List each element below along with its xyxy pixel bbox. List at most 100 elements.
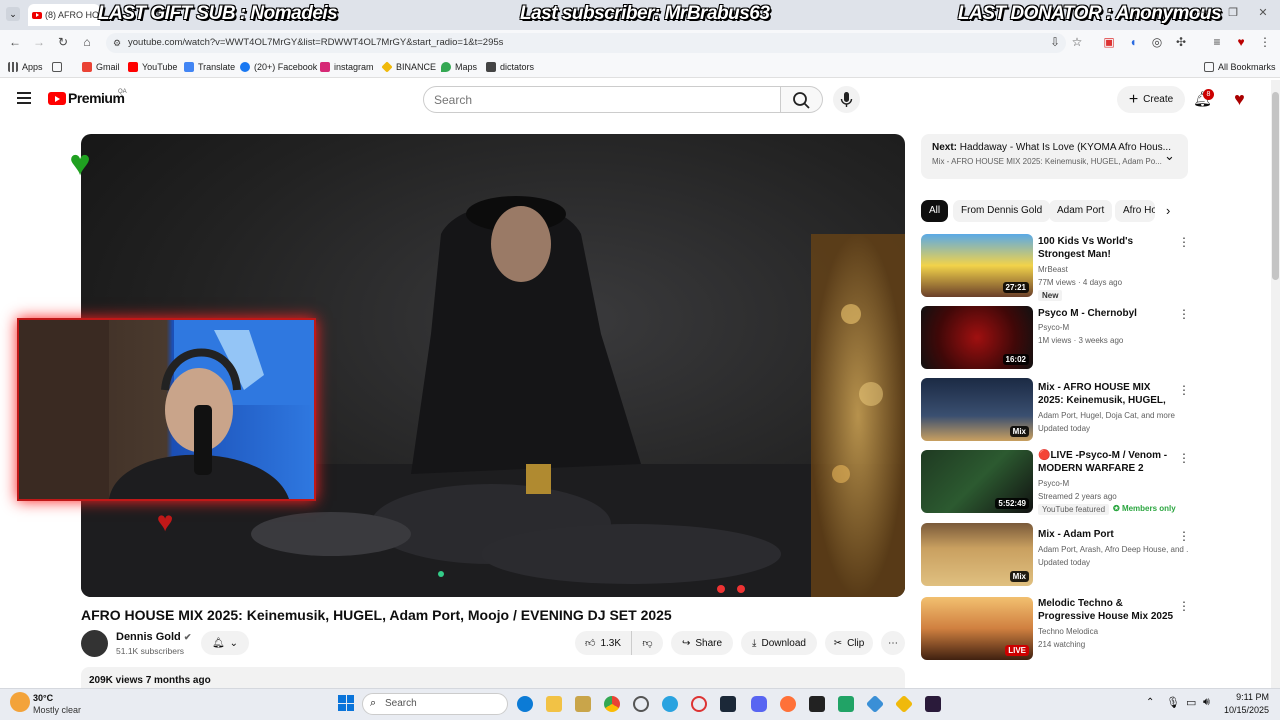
bookmark-translate[interactable]: Translate bbox=[184, 58, 235, 76]
windows-start-icon[interactable] bbox=[338, 695, 354, 711]
profile-avatar-icon[interactable]: ♥ bbox=[1234, 35, 1248, 49]
more-actions-button[interactable]: ⋯ bbox=[881, 631, 905, 655]
firefox-icon[interactable] bbox=[780, 696, 796, 712]
like-button[interactable]: 👍︎ 1.3K bbox=[575, 631, 631, 655]
youtube-logo-icon[interactable] bbox=[48, 92, 66, 105]
weather-temperature[interactable]: 30°C bbox=[33, 693, 53, 703]
close-icon[interactable]: ✕ bbox=[1256, 6, 1270, 20]
hamburger-menu-icon[interactable] bbox=[17, 92, 31, 104]
clock-time[interactable]: 9:11 PM bbox=[1225, 692, 1269, 702]
weather-icon[interactable] bbox=[10, 692, 30, 712]
discord-icon[interactable] bbox=[751, 696, 767, 712]
bookmark-apps[interactable]: Apps bbox=[8, 58, 43, 76]
chevron-right-icon[interactable]: › bbox=[1166, 203, 1170, 218]
bookmark-binance[interactable]: BINANCE bbox=[381, 58, 436, 76]
voice-search-button[interactable] bbox=[833, 86, 860, 113]
taskbar-search[interactable]: Search bbox=[362, 693, 508, 715]
back-icon[interactable]: ← bbox=[8, 35, 22, 49]
rec-thumbnail[interactable]: Mix bbox=[921, 378, 1033, 441]
rec-thumbnail[interactable]: Mix bbox=[921, 523, 1033, 586]
next-app-icon[interactable] bbox=[925, 696, 941, 712]
all-bookmarks[interactable]: All Bookmarks bbox=[1204, 58, 1276, 76]
bookmark-dictators[interactable]: dictators bbox=[486, 58, 534, 76]
chevron-down-icon[interactable]: ⌄ bbox=[1164, 148, 1175, 164]
chip-adam-port[interactable]: Adam Port bbox=[1049, 200, 1113, 222]
bookmark-youtube[interactable]: YouTube bbox=[128, 58, 177, 76]
extension-icon[interactable]: ◖ bbox=[1126, 35, 1140, 49]
url-bar[interactable]: youtube.com/watch?v=WWT4OL7MrGY&list=RDW… bbox=[106, 33, 1066, 53]
share-button[interactable]: ↪ Share bbox=[671, 631, 733, 655]
browser-menu-icon[interactable]: ⋮ bbox=[1258, 35, 1272, 49]
telegram-icon[interactable] bbox=[662, 696, 678, 712]
chip-afro-house[interactable]: Afro Ho bbox=[1115, 200, 1155, 222]
opera-icon[interactable] bbox=[691, 696, 707, 712]
rec-channel[interactable]: Psyco-M bbox=[1038, 477, 1188, 490]
bookmark-star-icon[interactable]: ☆ bbox=[1070, 35, 1084, 49]
browser-tab[interactable]: (8) AFRO HOU bbox=[28, 4, 100, 26]
rec-thumbnail[interactable]: 5:52:49 bbox=[921, 450, 1033, 513]
create-button[interactable]: + Create bbox=[1117, 86, 1185, 113]
download-button[interactable]: ⤓ Download bbox=[741, 631, 817, 655]
media-icon[interactable] bbox=[809, 696, 825, 712]
rec-channel[interactable]: Adam Port, Hugel, Doja Cat, and more bbox=[1038, 409, 1188, 422]
bookmark-instagram[interactable]: instagram bbox=[320, 58, 374, 76]
maximize-icon[interactable]: ❐ bbox=[1226, 6, 1240, 20]
search-input[interactable] bbox=[423, 86, 781, 113]
rec-thumbnail[interactable]: LIVE bbox=[921, 597, 1033, 660]
rec-thumbnail[interactable]: 16:02 bbox=[921, 306, 1033, 369]
rec-channel[interactable]: MrBeast bbox=[1038, 263, 1188, 276]
excel-icon[interactable] bbox=[838, 696, 854, 712]
extensions-puzzle-icon[interactable]: ✣ bbox=[1174, 35, 1188, 49]
rec-title[interactable]: Psyco M - Chernobyl bbox=[1038, 307, 1178, 320]
tab-menu-button[interactable]: ⌄ bbox=[6, 7, 20, 21]
reload-icon[interactable]: ↻ bbox=[56, 35, 70, 49]
rec-title[interactable]: 🔴LIVE -Psyco-M / Venom - MODERN WARFARE … bbox=[1038, 449, 1178, 475]
forward-icon[interactable]: → bbox=[32, 35, 46, 49]
clip-button[interactable]: ✂ Clip bbox=[825, 631, 873, 655]
bookmark-maps[interactable]: Maps bbox=[441, 58, 477, 76]
chip-from-dennis-gold[interactable]: From Dennis Gold bbox=[953, 200, 1051, 222]
store-icon[interactable] bbox=[575, 696, 591, 712]
microphone-icon[interactable]: 🎙︎ bbox=[1166, 696, 1180, 709]
rec-title[interactable]: Melodic Techno & Progressive House Mix 2… bbox=[1038, 597, 1178, 623]
more-vertical-icon[interactable]: ⋮ bbox=[1178, 235, 1190, 249]
display-icon[interactable]: ▭ bbox=[1186, 696, 1196, 709]
install-app-icon[interactable]: ⇩ bbox=[1048, 35, 1062, 49]
notifications-subscribe-button[interactable]: 🔔︎ ⌄ bbox=[201, 631, 249, 655]
site-info-icon[interactable]: ⚙ bbox=[110, 36, 124, 50]
more-vertical-icon[interactable]: ⋮ bbox=[1178, 383, 1190, 397]
account-avatar[interactable]: ♥ bbox=[1229, 89, 1250, 109]
extension-icon[interactable]: ▣ bbox=[1102, 35, 1116, 49]
rec-title[interactable]: Mix - Adam Port bbox=[1038, 528, 1178, 541]
clock-date[interactable]: 10/15/2025 bbox=[1221, 705, 1269, 715]
scrollbar-thumb[interactable] bbox=[1272, 92, 1279, 280]
show-hidden-icons-icon[interactable]: ⌃ bbox=[1146, 697, 1154, 708]
rec-title[interactable]: Mix - AFRO HOUSE MIX 2025: Keinemusik, H… bbox=[1038, 381, 1178, 407]
weather-description[interactable]: Mostly clear bbox=[33, 705, 81, 715]
bookmark-gmail[interactable]: Gmail bbox=[82, 58, 120, 76]
chrome-icon[interactable] bbox=[604, 696, 620, 712]
youtube-logo-text[interactable]: Premium bbox=[68, 90, 125, 106]
volume-icon[interactable]: 🔊︎ bbox=[1203, 696, 1210, 709]
more-vertical-icon[interactable]: ⋮ bbox=[1178, 599, 1190, 613]
reading-list-icon[interactable]: ≡ bbox=[1210, 35, 1224, 49]
home-icon[interactable]: ⌂ bbox=[80, 35, 94, 49]
more-vertical-icon[interactable]: ⋮ bbox=[1178, 451, 1190, 465]
dislike-button[interactable]: 👎︎ bbox=[631, 631, 663, 655]
obs-icon[interactable] bbox=[633, 696, 649, 712]
bookmark-facebook[interactable]: (20+) Facebook bbox=[240, 58, 317, 76]
rec-channel[interactable]: Techno Melodica bbox=[1038, 625, 1188, 638]
file-explorer-icon[interactable] bbox=[546, 696, 562, 712]
channel-avatar[interactable] bbox=[81, 630, 108, 657]
translate-icon[interactable]: ◎ bbox=[1150, 35, 1164, 49]
minimize-icon[interactable]: — bbox=[1196, 6, 1210, 20]
rec-title[interactable]: 100 Kids Vs World's Strongest Man! bbox=[1038, 235, 1178, 261]
more-vertical-icon[interactable]: ⋮ bbox=[1178, 529, 1190, 543]
edge-browser-icon[interactable] bbox=[517, 696, 533, 712]
search-button[interactable] bbox=[781, 86, 823, 113]
more-vertical-icon[interactable]: ⋮ bbox=[1178, 307, 1190, 321]
rec-channel[interactable]: Adam Port, Arash, Afro Deep House, and .… bbox=[1038, 543, 1188, 556]
rec-thumbnail[interactable]: 27:21 bbox=[921, 234, 1033, 297]
next-up-panel[interactable]: Next: Haddaway - What Is Love (KYOMA Afr… bbox=[921, 134, 1188, 179]
bookmark-grid[interactable] bbox=[52, 58, 62, 76]
